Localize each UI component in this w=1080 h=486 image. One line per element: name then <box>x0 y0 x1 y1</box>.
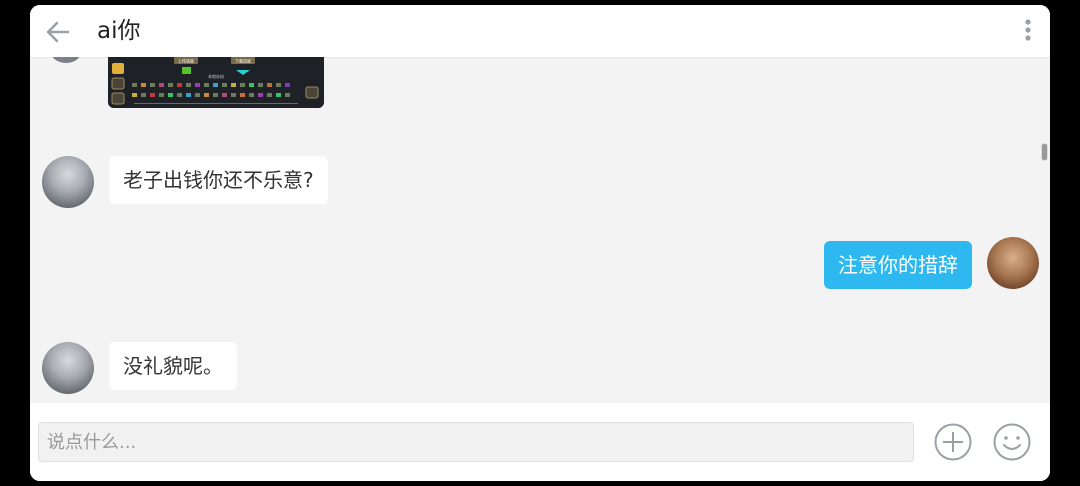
avatar[interactable] <box>42 156 94 208</box>
message-list[interactable]: 上传进度 下载进度 本地存档 老子出钱你还不乐意? 注意你的措辞 没礼貌呢。 <box>30 57 1050 403</box>
chat-title: ai你 <box>97 18 141 44</box>
back-button[interactable] <box>40 14 76 50</box>
add-button[interactable] <box>933 422 973 462</box>
message-bubble[interactable]: 老子出钱你还不乐意? <box>109 156 328 204</box>
avatar[interactable] <box>42 342 94 394</box>
message-input[interactable]: 说点什么... <box>38 422 914 462</box>
scrollbar-thumb[interactable] <box>1041 143 1048 161</box>
image-caption: 本地存档 <box>208 73 224 79</box>
plus-circle-icon <box>934 423 972 461</box>
message-bubble[interactable]: 没礼貌呢。 <box>109 342 237 390</box>
image-caption: 上传进度 <box>178 58 194 64</box>
image-message[interactable]: 上传进度 下载进度 本地存档 <box>108 57 324 108</box>
avatar[interactable] <box>987 237 1039 289</box>
emoji-button[interactable] <box>992 422 1032 462</box>
title-bar: ai你 <box>30 5 1050 58</box>
chat-screen: ai你 上传进度 下载进度 本地存档 老子出钱你还不乐意? 注意你的措辞 没礼貌… <box>30 5 1050 481</box>
smiley-face-icon <box>993 423 1031 461</box>
message-bubble[interactable]: 注意你的措辞 <box>824 241 972 289</box>
avatar[interactable] <box>50 57 82 63</box>
input-bar: 说点什么... <box>30 403 1050 481</box>
more-vertical-icon <box>1025 19 1031 41</box>
image-caption: 下载进度 <box>235 58 251 64</box>
game-screenshot-image: 上传进度 下载进度 本地存档 <box>108 57 324 108</box>
more-options-button[interactable] <box>1020 15 1036 47</box>
back-arrow-icon <box>46 21 70 43</box>
